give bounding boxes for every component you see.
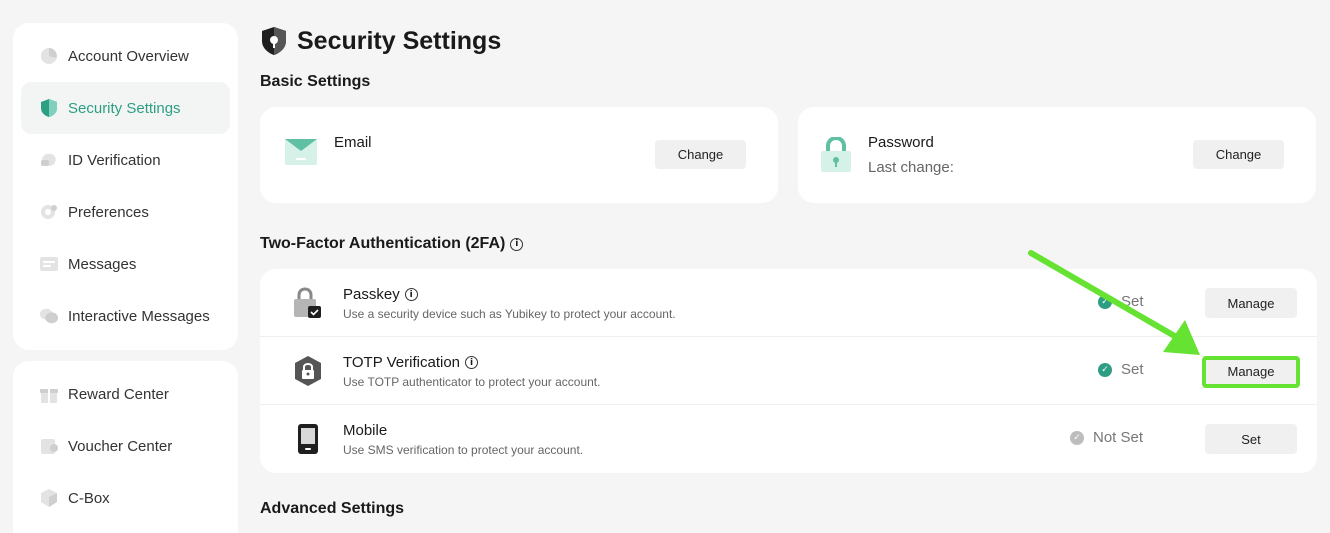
sidebar-item-reward-center[interactable]: Reward Center xyxy=(21,368,230,420)
mobile-name: Mobile xyxy=(343,422,388,439)
passkey-name-text: Passkey xyxy=(343,286,400,303)
tfa-title-text: Two-Factor Authentication (2FA) xyxy=(260,235,506,252)
sidebar-rewards-nav: Reward Center Voucher Center C-Box xyxy=(13,361,238,533)
totp-name-text: TOTP Verification xyxy=(343,354,460,371)
mobile-description: Use SMS verification to protect your acc… xyxy=(343,443,584,457)
totp-name: TOTP Verification i xyxy=(343,354,478,371)
sidebar-item-label: Account Overview xyxy=(68,47,189,65)
message-icon xyxy=(39,254,59,274)
shield-icon xyxy=(39,98,59,118)
lock-icon xyxy=(820,135,854,173)
passkey-icon xyxy=(293,287,323,319)
password-card: Password Last change: Change xyxy=(798,107,1316,203)
mobile-status: ✓ Not Set xyxy=(1070,429,1143,446)
status-text: Not Set xyxy=(1093,429,1144,446)
sidebar-item-preferences[interactable]: Preferences xyxy=(21,186,230,238)
sidebar-item-messages[interactable]: Messages xyxy=(21,238,230,290)
gift-icon xyxy=(39,384,59,404)
passkey-name: Passkey i xyxy=(343,286,418,303)
status-text: Set xyxy=(1121,361,1144,378)
info-icon[interactable]: i xyxy=(404,288,418,301)
sidebar-item-c-box[interactable]: C-Box xyxy=(21,472,230,524)
advanced-settings-title: Advanced Settings xyxy=(260,500,405,517)
email-card: Email Change xyxy=(260,107,778,203)
check-icon: ✓ xyxy=(1098,294,1112,309)
sidebar-item-label: Reward Center xyxy=(68,385,169,403)
sidebar-item-security-settings[interactable]: Security Settings xyxy=(21,82,230,134)
page-title-text: Security Settings xyxy=(297,26,502,55)
shield-icon xyxy=(260,26,288,56)
passkey-status: ✓ Set xyxy=(1098,293,1144,310)
passkey-manage-button[interactable]: Manage xyxy=(1205,288,1297,318)
settings-icon xyxy=(39,202,59,222)
totp-status: ✓ Set xyxy=(1098,361,1144,378)
box-icon xyxy=(39,488,59,508)
pie-chart-icon xyxy=(39,46,59,66)
sidebar-item-voucher-center[interactable]: Voucher Center xyxy=(21,420,230,472)
tfa-row-passkey: Passkey i Use a security device such as … xyxy=(260,269,1317,337)
totp-manage-button[interactable]: Manage xyxy=(1205,356,1297,386)
id-card-icon xyxy=(39,150,59,170)
page-title: Security Settings xyxy=(260,26,501,56)
tfa-section-title: Two-Factor Authentication (2FA) i xyxy=(260,235,524,253)
passkey-description: Use a security device such as Yubikey to… xyxy=(343,307,676,321)
sidebar-item-label: C-Box xyxy=(68,489,110,507)
sidebar-item-label: Messages xyxy=(68,255,137,273)
sidebar-item-label: ID Verification xyxy=(68,151,161,169)
info-icon[interactable]: i xyxy=(465,356,478,369)
check-icon: ✓ xyxy=(1070,430,1084,445)
mobile-set-button[interactable]: Set xyxy=(1205,424,1297,454)
mobile-icon xyxy=(293,423,323,455)
sidebar-item-label: Interactive Messages xyxy=(68,307,210,325)
tfa-card: Passkey i Use a security device such as … xyxy=(260,269,1317,473)
sidebar-item-label: Preferences xyxy=(68,203,149,221)
sidebar-item-id-verification[interactable]: ID Verification xyxy=(21,134,230,186)
password-label: Password xyxy=(868,134,934,151)
status-text: Set xyxy=(1121,293,1144,310)
sidebar-item-interactive-messages[interactable]: Interactive Messages xyxy=(21,290,230,342)
sidebar-item-label: Security Settings xyxy=(68,99,181,117)
check-icon: ✓ xyxy=(1098,362,1112,377)
sidebar-main-nav: Account Overview Security Settings ID Ve… xyxy=(13,23,238,350)
password-change-button[interactable]: Change xyxy=(1193,140,1284,169)
tfa-row-totp: TOTP Verification i Use TOTP authenticat… xyxy=(260,337,1317,405)
password-last-change: Last change: xyxy=(868,159,954,176)
sidebar-item-account-overview[interactable]: Account Overview xyxy=(21,30,230,82)
info-icon[interactable]: i xyxy=(510,237,524,251)
basic-settings-title: Basic Settings xyxy=(260,73,371,90)
chat-icon xyxy=(39,306,59,326)
tfa-row-mobile: Mobile Use SMS verification to protect y… xyxy=(260,405,1317,473)
sidebar-item-label: Voucher Center xyxy=(68,437,173,455)
totp-description: Use TOTP authenticator to protect your a… xyxy=(343,375,601,389)
voucher-icon xyxy=(39,436,59,456)
envelope-icon xyxy=(284,137,318,173)
totp-lock-icon xyxy=(293,355,323,387)
email-change-button[interactable]: Change xyxy=(655,140,746,169)
email-label: Email xyxy=(334,134,372,151)
